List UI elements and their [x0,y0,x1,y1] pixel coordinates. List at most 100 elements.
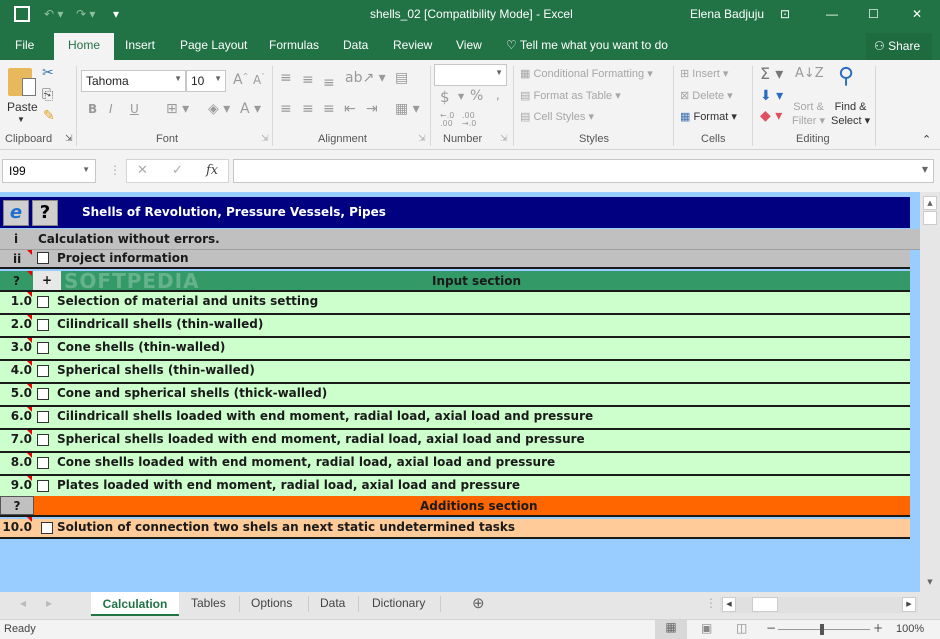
align-right-icon[interactable]: ≡ [323,101,335,117]
middle-align-icon[interactable]: ≡ [302,72,314,88]
sheet-tab-dictionary[interactable]: Dictionary [372,596,425,610]
find-select-icon[interactable]: ⚲ [838,64,854,89]
scroll-down-button[interactable]: ▼ [923,576,937,590]
cell-styles-button[interactable]: ▤ Cell Styles ▾ [520,110,594,123]
collapse-ribbon-icon[interactable]: ⌃ [922,133,931,146]
tab-formulas[interactable]: Formulas [269,38,319,52]
zoom-level[interactable]: 100% [896,623,924,635]
find-select-button[interactable]: Find & Select ▾ [831,100,870,128]
fill-color-icon[interactable]: ◈ ▾ [208,101,230,117]
item-checkbox[interactable] [37,480,49,492]
item-checkbox[interactable] [37,319,49,331]
list-item[interactable]: 2.0 Cilindricall shells (thin-walled) [0,315,910,338]
paste-button[interactable]: Paste [7,100,38,114]
undo-icon[interactable]: ↶ ▾ [44,7,63,21]
zoom-slider[interactable] [778,624,870,635]
bottom-align-icon[interactable]: ≡ [323,75,335,91]
cut-icon[interactable]: ✂ [42,65,54,81]
expand-button[interactable]: + [33,271,61,290]
format-as-table-button[interactable]: ▤ Format as Table ▾ [520,89,621,102]
ribbon-display-icon[interactable]: ⊡ [780,7,790,21]
page-break-view-button[interactable]: ◫ [736,621,747,635]
delete-cells-button[interactable]: ⊠ Delete ▾ [680,89,733,102]
formula-input[interactable]: ▼ [233,159,934,183]
tab-data[interactable]: Data [343,38,368,52]
top-align-icon[interactable]: ≡ [280,70,292,86]
page-layout-view-button[interactable]: ▣ [701,621,712,635]
clipboard-launcher-icon[interactable]: ⇲ [65,133,73,144]
tab-insert[interactable]: Insert [125,38,155,52]
number-launcher-icon[interactable]: ⇲ [500,133,508,144]
vertical-scrollbar[interactable]: ▲ ▼ [920,192,940,592]
format-cells-button[interactable]: ▦ Format ▾ [680,110,737,123]
item-checkbox[interactable] [37,457,49,469]
help-button[interactable]: ? [32,200,58,226]
sort-filter-button[interactable]: Sort & Filter ▾ [792,100,825,128]
close-button[interactable]: ✕ [912,7,922,21]
autosum-icon[interactable]: Σ ▾ [760,64,783,83]
format-painter-icon[interactable]: ✎ [43,108,55,124]
list-item[interactable]: 10.0 Solution of connection two shels an … [0,517,910,539]
normal-view-button[interactable]: ▦ [655,620,687,639]
decrease-indent-icon[interactable]: ⇤ [344,101,356,117]
user-name[interactable]: Elena Badjuju [690,7,764,21]
scroll-left-button[interactable]: ◀ [722,597,736,612]
list-item[interactable]: 6.0 Cilindricall shells loaded with end m… [0,407,910,430]
list-item[interactable]: 4.0 Spherical shells (thin-walled) [0,361,910,384]
align-left-icon[interactable]: ≡ [280,101,292,117]
increase-font-icon[interactable]: A^ [233,72,248,88]
ie-browser-icon[interactable]: e [3,200,29,226]
scroll-thumb[interactable] [923,211,937,225]
list-item[interactable]: 3.0 Cone shells (thin-walled) [0,338,910,361]
decrease-font-icon[interactable]: Aˇ [253,73,265,87]
percent-button[interactable]: % [470,88,483,104]
prev-sheet-icon[interactable]: ◂ [20,596,26,610]
tab-file[interactable]: File [15,38,34,52]
currency-button[interactable]: $ [440,88,450,106]
tab-page-layout[interactable]: Page Layout [180,38,247,52]
orientation-icon[interactable]: ab↗ ▾ [345,70,386,86]
number-format-select[interactable]: ▼ [434,64,507,86]
tab-view[interactable]: View [456,38,482,52]
clear-icon[interactable]: ◆ ▾ [760,108,782,124]
expand-formula-icon[interactable]: ▼ [922,165,928,174]
splitter-grip[interactable]: ⋮ [705,596,717,610]
copy-icon[interactable]: ⎘ [42,87,53,103]
next-sheet-icon[interactable]: ▸ [46,596,52,610]
font-size-select[interactable]: 10 ▼ [186,70,226,92]
sheet-tab-tables[interactable]: Tables [191,596,226,610]
increase-indent-icon[interactable]: ⇥ [366,101,378,117]
name-box[interactable]: I99 ▼ [2,159,96,183]
fill-icon[interactable]: ⬇ ▾ [760,88,783,104]
bold-button[interactable]: B [88,102,97,116]
sheet-tab-options[interactable]: Options [251,596,292,610]
item-checkbox[interactable] [37,365,49,377]
increase-decimal-icon[interactable]: ←.0.00 [440,112,454,128]
align-center-icon[interactable]: ≡ [302,101,314,117]
borders-icon[interactable]: ⊞ ▾ [166,101,189,117]
item-checkbox[interactable] [37,296,49,308]
alignment-launcher-icon[interactable]: ⇲ [418,133,426,144]
input-help-marker[interactable]: ? [13,274,20,288]
cancel-icon[interactable]: ✕ [137,163,148,178]
project-checkbox[interactable] [37,252,49,264]
add-sheet-icon[interactable]: ⊕ [472,594,485,612]
font-launcher-icon[interactable]: ⇲ [261,133,269,144]
h-scroll-thumb[interactable] [752,597,778,612]
additions-help-button[interactable]: ? [0,496,34,515]
italic-button[interactable]: I [109,102,113,116]
item-checkbox[interactable] [41,522,53,534]
zoom-in-button[interactable]: + [873,621,883,635]
currency-dropdown-icon[interactable]: ▼ [458,92,464,101]
item-checkbox[interactable] [37,411,49,423]
font-color-icon[interactable]: A ▾ [240,101,261,117]
conditional-formatting-button[interactable]: ▦ Conditional Formatting ▾ [520,67,653,80]
list-item[interactable]: 5.0 Cone and spherical shells (thick-wall… [0,384,910,407]
scroll-right-button[interactable]: ▶ [902,597,916,612]
project-row[interactable]: ii Project information [0,250,910,269]
sort-filter-icon[interactable]: A↓Z [795,66,824,81]
save-icon[interactable] [14,6,30,22]
insert-cells-button[interactable]: ⊞ Insert ▾ [680,67,728,80]
merge-center-icon[interactable]: ▦ ▾ [395,101,420,117]
underline-button[interactable]: U [130,102,139,116]
